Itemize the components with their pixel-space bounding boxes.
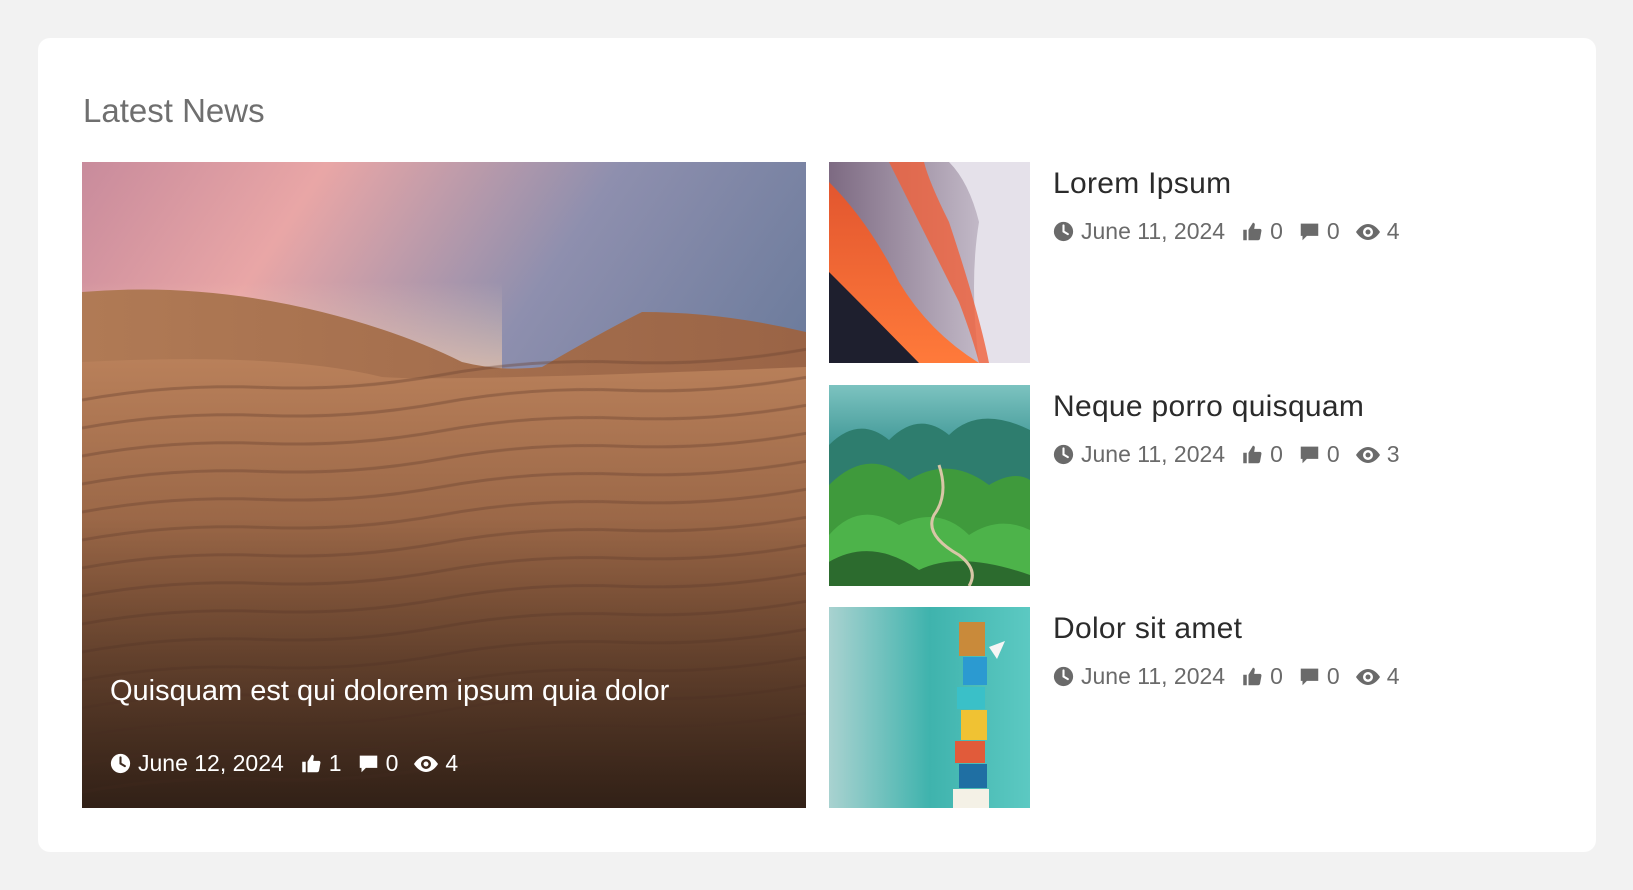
article-thumbnail[interactable]: [829, 162, 1030, 363]
article-likes: 0: [1270, 663, 1283, 689]
green-mountains-image: [829, 385, 1030, 586]
article-comments: 0: [1326, 218, 1340, 244]
image-overlay: [82, 162, 806, 808]
article-comments: 0: [1326, 663, 1340, 689]
list-item[interactable]: Lorem Ipsum June 11, 2024 0 0 4: [829, 162, 1549, 363]
list-item[interactable]: Dolor sit amet June 11, 2024 0 0 4: [829, 607, 1549, 808]
section-title: Latest News: [83, 92, 265, 129]
featured-article[interactable]: Quisquam est qui dolorem ipsum quia dolo…: [82, 162, 806, 808]
article-date: June 11, 2024: [1081, 663, 1226, 689]
article-views: 3: [1386, 441, 1400, 467]
thumbs-up-icon: [302, 754, 321, 773]
article-meta: June 11, 2024 0 0 4: [1053, 663, 1415, 690]
article-date: June 11, 2024: [1081, 218, 1226, 244]
article-likes: 0: [1270, 218, 1283, 244]
comment-icon: [1300, 446, 1319, 464]
eye-icon: [1355, 223, 1380, 240]
featured-meta: June 12, 2024 1 0 4: [110, 750, 474, 777]
latest-news-card: Latest News Quisquam est qui dolorem ips…: [38, 38, 1596, 852]
clock-icon: [110, 753, 131, 774]
article-title[interactable]: Dolor sit amet: [1053, 612, 1242, 646]
article-title[interactable]: Neque porro quisquam: [1053, 390, 1364, 424]
article-likes: 0: [1270, 441, 1283, 467]
eye-icon: [414, 755, 439, 772]
red-canyon-image: [829, 162, 1030, 363]
featured-likes: 1: [328, 750, 342, 776]
comment-icon: [1300, 668, 1319, 686]
eye-icon: [1355, 446, 1380, 463]
clock-icon: [1053, 221, 1074, 242]
featured-views: 4: [445, 750, 459, 776]
article-views: 4: [1386, 218, 1400, 244]
featured-date: June 12, 2024: [138, 750, 284, 776]
article-title[interactable]: Lorem Ipsum: [1053, 167, 1231, 201]
list-item[interactable]: Neque porro quisquam June 11, 2024 0 0 3: [829, 385, 1549, 586]
comment-icon: [359, 755, 377, 773]
article-date: June 11, 2024: [1081, 441, 1226, 467]
featured-comments: 0: [385, 750, 399, 776]
article-thumbnail[interactable]: [829, 607, 1030, 808]
article-comments: 0: [1326, 441, 1340, 467]
article-meta: June 11, 2024 0 0 3: [1053, 441, 1415, 468]
clock-icon: [1053, 666, 1074, 687]
thumbs-up-icon: [1243, 445, 1262, 464]
thumbs-up-icon: [1243, 222, 1262, 241]
eye-icon: [1355, 668, 1380, 685]
article-views: 4: [1386, 663, 1400, 689]
clock-icon: [1053, 444, 1074, 465]
article-thumbnail[interactable]: [829, 385, 1030, 586]
comment-icon: [1300, 223, 1319, 241]
book-tower-image: [829, 607, 1030, 808]
article-meta: June 11, 2024 0 0 4: [1053, 218, 1415, 245]
thumbs-up-icon: [1243, 667, 1262, 686]
featured-title[interactable]: Quisquam est qui dolorem ipsum quia dolo…: [110, 675, 669, 708]
